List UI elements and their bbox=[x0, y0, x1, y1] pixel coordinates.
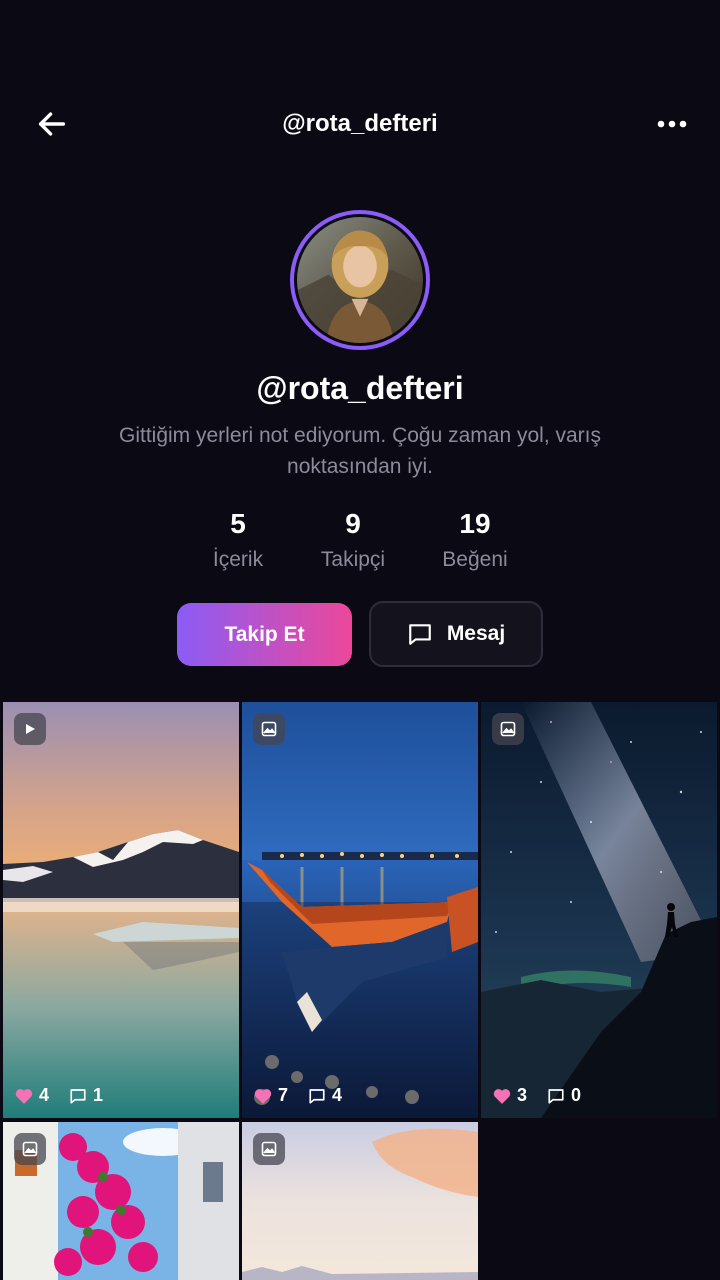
like-count: 3 bbox=[517, 1085, 528, 1105]
stat-likes: 19 Beğeni bbox=[415, 508, 535, 572]
avatar[interactable] bbox=[290, 210, 430, 350]
avatar-photo bbox=[297, 217, 423, 343]
post-stats: 7 4 bbox=[254, 1085, 342, 1106]
heart-icon bbox=[493, 1088, 511, 1104]
top-bar: @rota_defteri bbox=[0, 96, 720, 152]
comment-count: 0 bbox=[571, 1085, 582, 1105]
comment-count: 1 bbox=[93, 1085, 104, 1105]
post-thumbnail bbox=[481, 702, 717, 1118]
heart-icon bbox=[254, 1088, 272, 1104]
more-options-button[interactable] bbox=[650, 102, 694, 146]
post-thumbnail bbox=[3, 702, 239, 1118]
stat-value: 9 bbox=[345, 508, 361, 539]
comment-icon bbox=[548, 1088, 564, 1104]
stat-label: İçerik bbox=[212, 548, 264, 571]
stat-followers[interactable]: 9 Takipçi bbox=[293, 508, 413, 572]
play-icon bbox=[26, 724, 35, 734]
message-button[interactable]: Mesaj bbox=[369, 601, 543, 667]
profile-stats: 5 İçerik 9 Takipçi 19 Beğeni bbox=[0, 508, 720, 578]
post-tile[interactable] bbox=[242, 1122, 478, 1280]
image-icon bbox=[261, 721, 277, 737]
post-tile[interactable]: 7 4 bbox=[242, 702, 478, 1118]
comment-count: 4 bbox=[332, 1085, 343, 1105]
post-tile[interactable]: 3 0 bbox=[481, 702, 717, 1118]
post-stats: 4 1 bbox=[15, 1085, 103, 1106]
image-icon bbox=[500, 721, 516, 737]
message-icon bbox=[408, 624, 431, 645]
post-type-badge bbox=[253, 713, 285, 745]
stat-posts: 5 İçerik bbox=[178, 508, 298, 572]
post-stats: 3 0 bbox=[493, 1085, 581, 1106]
post-tile[interactable]: 4 1 bbox=[3, 702, 239, 1118]
comment-icon bbox=[309, 1088, 325, 1104]
profile-username: @rota_defteri bbox=[256, 370, 464, 406]
stat-value: 5 bbox=[230, 508, 246, 539]
stat-label: Takipçi bbox=[320, 548, 386, 571]
profile-bio: Gittiğim yerleri not ediyorum. Çoğu zama… bbox=[118, 424, 601, 478]
image-icon bbox=[261, 1141, 277, 1157]
follow-button[interactable]: Takip Et bbox=[177, 603, 352, 666]
post-type-badge bbox=[14, 1133, 46, 1165]
post-tile[interactable] bbox=[3, 1122, 239, 1280]
message-button-label: Mesaj bbox=[446, 622, 506, 645]
post-type-badge bbox=[253, 1133, 285, 1165]
page-title: @rota_defteri bbox=[282, 110, 438, 137]
post-type-badge bbox=[14, 713, 46, 745]
comment-icon bbox=[70, 1088, 86, 1104]
heart-icon bbox=[15, 1088, 33, 1104]
stat-value: 19 bbox=[459, 508, 491, 539]
like-count: 7 bbox=[278, 1085, 289, 1105]
post-type-badge bbox=[492, 713, 524, 745]
image-icon bbox=[22, 1141, 38, 1157]
stat-label: Beğeni bbox=[442, 548, 508, 571]
more-horizontal-icon bbox=[657, 120, 687, 128]
post-thumbnail bbox=[242, 702, 478, 1118]
like-count: 4 bbox=[39, 1085, 50, 1105]
